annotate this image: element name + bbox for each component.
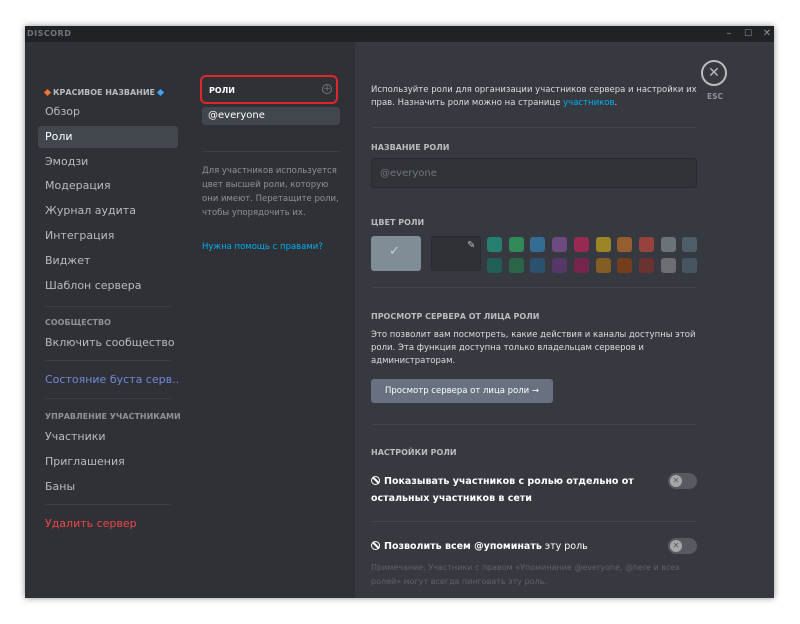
permissions-help-link[interactable]: Нужна помощь с правами? <box>202 242 323 252</box>
color-swatch[interactable] <box>595 258 611 273</box>
sidebar-item-delete-server[interactable]: Удалить сервер <box>38 513 178 535</box>
color-swatch[interactable] <box>638 237 654 252</box>
server-name-header: КРАСИВОЕ НАЗВАНИЕ <box>43 88 165 97</box>
role-name-label: НАЗВАНИЕ РОЛИ <box>371 143 450 152</box>
intro-text-body: Используйте роли для организации участни… <box>371 85 697 108</box>
settings-sidebar: КРАСИВОЕ НАЗВАНИЕ Обзор Роли Эмодзи Моде… <box>25 42 187 598</box>
color-swatch[interactable] <box>508 258 524 273</box>
hoist-toggle[interactable]: ✕ <box>668 473 697 489</box>
toggle-knob: ✕ <box>670 475 682 487</box>
sidebar-item-integrations[interactable]: Интеграция <box>38 225 178 247</box>
maximize-button[interactable]: ☐ <box>741 27 755 41</box>
member-management-header: УПРАВЛЕНИЕ УЧАСТНИКАМИ <box>45 412 181 421</box>
sidebar-item-members[interactable]: Участники <box>38 426 178 448</box>
server-name: КРАСИВОЕ НАЗВАНИЕ <box>53 88 156 97</box>
hoist-setting-label: Показывать участников с ролью отдельно о… <box>371 476 634 504</box>
mentionable-label-bold: @упоминать <box>474 541 542 552</box>
esc-label: ESC <box>706 92 724 101</box>
mentionable-note: Примечание. Участники с правом «Упоминан… <box>371 563 681 586</box>
ban-icon <box>371 476 380 485</box>
members-page-link[interactable]: участников <box>563 98 614 108</box>
mentionable-label-pre: Позволить всем <box>384 541 475 552</box>
color-swatch[interactable] <box>682 237 698 252</box>
roles-hint-text: Для участников используется цвет высшей … <box>202 166 339 218</box>
role-settings-label: НАСТРОЙКИ РОЛИ <box>371 448 457 457</box>
color-swatch[interactable] <box>487 258 502 273</box>
view-server-as-role-button[interactable]: Просмотр сервера от лица роли → <box>371 379 553 403</box>
color-swatch[interactable] <box>595 237 611 252</box>
color-swatch[interactable] <box>508 237 524 252</box>
role-name-input[interactable] <box>371 158 697 188</box>
mentionable-toggle[interactable]: ✕ <box>668 538 697 554</box>
sidebar-divider <box>45 360 171 361</box>
hoist-setting: Показывать участников с ролью отдельно о… <box>371 473 651 507</box>
color-swatch[interactable] <box>617 258 633 273</box>
role-color-label: ЦВЕТ РОЛИ <box>371 218 425 227</box>
esc-close-button[interactable]: ✕ <box>701 60 727 86</box>
mentionable-label-post: эту роль <box>541 541 588 552</box>
sidebar-item-widget[interactable]: Виджет <box>38 250 178 272</box>
section-divider <box>371 521 697 522</box>
color-swatch[interactable] <box>530 258 546 273</box>
color-swatch[interactable] <box>682 258 698 273</box>
color-swatch[interactable] <box>617 237 633 252</box>
color-swatch[interactable] <box>573 237 589 252</box>
color-swatch[interactable] <box>638 258 654 273</box>
color-swatch[interactable] <box>487 237 502 252</box>
add-role-icon[interactable]: + <box>322 84 332 94</box>
default-color-swatch[interactable]: ✓ <box>371 236 421 271</box>
sidebar-item-invites[interactable]: Приглашения <box>38 451 178 473</box>
sidebar-item-emoji[interactable]: Эмодзи <box>38 151 178 173</box>
sidebar-item-enable-community[interactable]: Включить сообщество <box>38 332 178 354</box>
section-divider <box>371 424 697 425</box>
eyedropper-icon: ✎ <box>467 240 476 251</box>
minimize-button[interactable]: – <box>722 27 736 41</box>
role-list-item[interactable]: @everyone <box>202 107 340 125</box>
custom-color-picker[interactable]: ✎ <box>431 236 481 271</box>
view-as-role-description: Это позволит вам посмотреть, какие дейст… <box>371 330 696 366</box>
server-diamond-icon <box>43 88 52 96</box>
ban-icon <box>371 541 380 550</box>
view-as-role-label: ПРОСМОТР СЕРВЕРА ОТ ЛИЦА РОЛИ <box>371 312 540 321</box>
roles-column: РОЛИ + @everyone Для участников использу… <box>187 42 355 598</box>
roles-divider <box>202 151 340 152</box>
roles-header: РОЛИ + <box>200 75 338 104</box>
toggle-knob: ✕ <box>670 540 682 552</box>
close-window-button[interactable]: ✕ <box>760 27 774 41</box>
sidebar-item-roles[interactable]: Роли <box>38 126 178 148</box>
role-settings-panel: Используйте роли для организации участни… <box>355 42 774 598</box>
discord-logo: DISCORD <box>27 29 72 38</box>
community-header: СООБЩЕСТВО <box>45 318 111 327</box>
sidebar-item-bans[interactable]: Баны <box>38 476 178 498</box>
sidebar-item-moderation[interactable]: Модерация <box>38 175 178 197</box>
color-swatch[interactable] <box>573 258 589 273</box>
app-window: DISCORD – ☐ ✕ КРАСИВОЕ НАЗВАНИЕ Обзор Ро… <box>25 26 774 598</box>
sidebar-item-overview[interactable]: Обзор <box>38 101 178 123</box>
server-diamond-icon <box>156 88 165 96</box>
sidebar-divider <box>45 398 171 399</box>
section-divider <box>371 287 697 288</box>
color-swatch[interactable] <box>660 237 676 252</box>
sidebar-divider <box>45 504 171 505</box>
intro-text: Используйте роли для организации участни… <box>371 84 701 110</box>
color-swatch[interactable] <box>552 237 568 252</box>
sidebar-item-audit-log[interactable]: Журнал аудита <box>38 200 178 222</box>
title-bar: DISCORD – ☐ ✕ <box>25 26 774 42</box>
check-icon: ✓ <box>389 244 400 259</box>
mentionable-setting: Позволить всем @упоминать эту роль <box>371 538 651 555</box>
color-swatch[interactable] <box>530 237 546 252</box>
color-swatch[interactable] <box>660 258 676 273</box>
sidebar-item-server-template[interactable]: Шаблон сервера <box>38 275 178 297</box>
color-swatch[interactable] <box>552 258 568 273</box>
roles-header-label: РОЛИ <box>209 86 236 95</box>
section-divider <box>371 127 697 128</box>
intro-text-end: . <box>614 98 618 108</box>
sidebar-divider <box>45 306 171 307</box>
sidebar-item-boost-status[interactable]: Состояние буста серв... <box>38 369 178 391</box>
